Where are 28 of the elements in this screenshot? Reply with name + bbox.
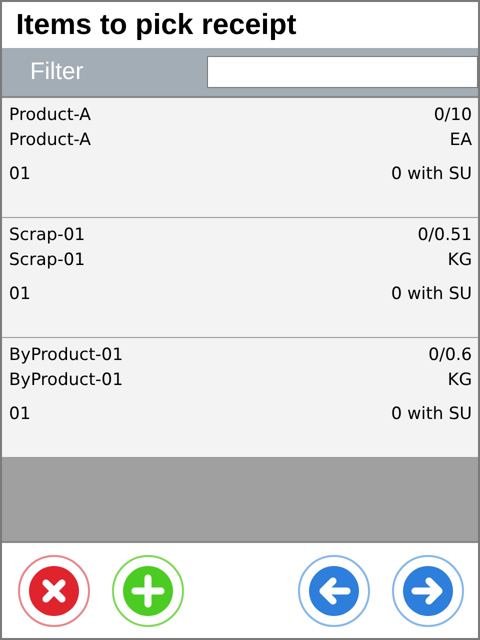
item-name: ByProduct-01 bbox=[9, 344, 124, 367]
screen-title: Items to pick receipt bbox=[15, 8, 298, 43]
list-item[interactable]: ByProduct-01 0/0.6 ByProduct-01 KG 01 0 with SU bbox=[2, 338, 478, 458]
item-su-count: 0 with SU bbox=[391, 283, 472, 306]
plus-icon bbox=[123, 566, 173, 616]
item-name: Product-A bbox=[9, 104, 91, 127]
item-su-count: 0 with SU bbox=[391, 163, 472, 186]
item-quantity: 0/10 bbox=[434, 104, 472, 127]
filter-label: Filter bbox=[29, 58, 84, 86]
list-item[interactable]: Product-A 0/10 Product-A EA 01 0 with SU bbox=[2, 98, 478, 218]
item-code: 01 bbox=[9, 283, 31, 306]
arrow-left-icon bbox=[309, 566, 359, 616]
item-name: Scrap-01 bbox=[9, 224, 86, 247]
item-unit: KG bbox=[448, 369, 472, 392]
item-code: 01 bbox=[9, 163, 31, 186]
list-item[interactable]: Scrap-01 0/0.51 Scrap-01 KG 01 0 with SU bbox=[2, 218, 478, 338]
item-code: 01 bbox=[9, 403, 31, 426]
item-description: ByProduct-01 bbox=[9, 369, 124, 392]
item-unit: KG bbox=[448, 249, 472, 272]
item-description: Product-A bbox=[9, 129, 91, 152]
filter-field[interactable] bbox=[207, 56, 478, 88]
item-quantity: 0/0.6 bbox=[428, 344, 472, 367]
item-unit: EA bbox=[450, 129, 472, 152]
item-quantity: 0/0.51 bbox=[418, 224, 472, 247]
close-icon bbox=[29, 566, 79, 616]
arrow-right-icon bbox=[403, 566, 453, 616]
item-su-count: 0 with SU bbox=[391, 403, 472, 426]
item-description: Scrap-01 bbox=[9, 249, 86, 272]
